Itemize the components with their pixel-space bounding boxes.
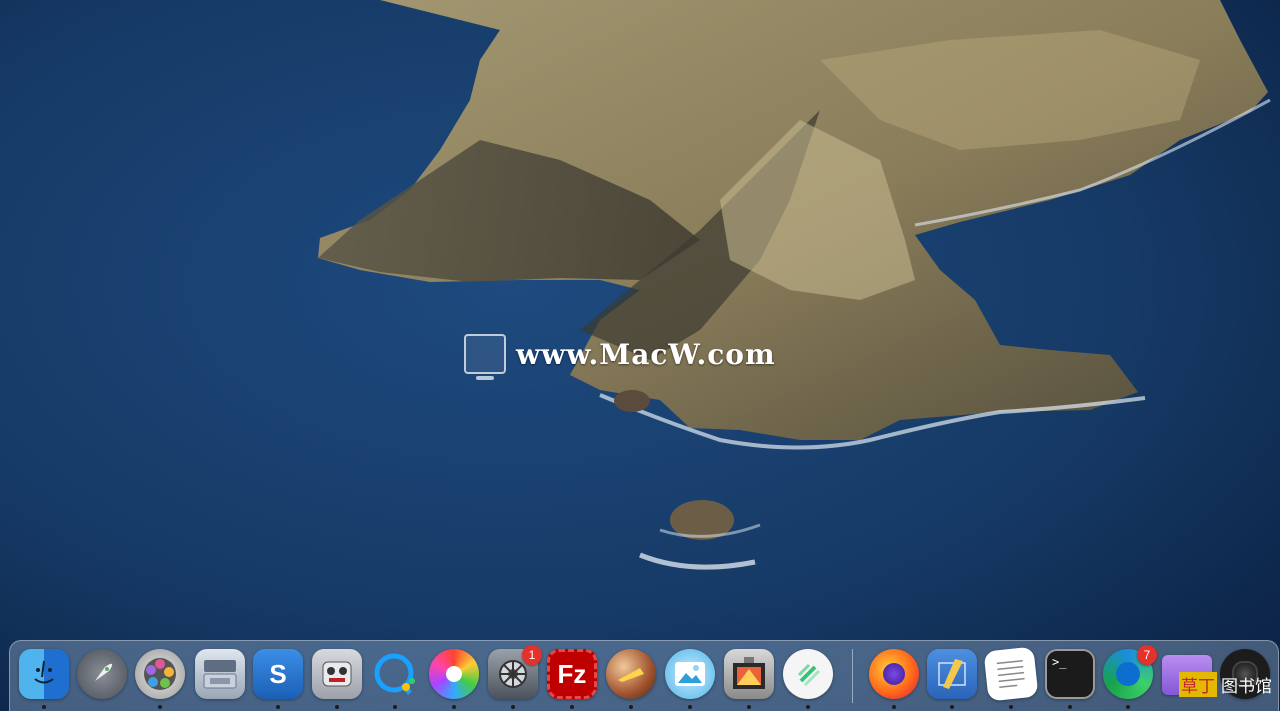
running-indicator — [892, 705, 896, 709]
corner-watermark: 草丁 图书馆 — [1179, 671, 1272, 697]
running-indicator — [452, 705, 456, 709]
image-icon[interactable] — [665, 649, 715, 699]
fireball-icon[interactable] — [606, 649, 656, 699]
s-letter-icon[interactable]: S — [253, 649, 303, 699]
dock: S 1 Fz >_ 7 草丁 图书馆 — [9, 640, 1279, 711]
dock-separator — [852, 649, 853, 703]
watermark-text: www.MacW.com — [516, 337, 776, 371]
document-icon[interactable] — [983, 646, 1039, 702]
running-indicator — [511, 705, 515, 709]
watermark: www.MacW.com — [464, 334, 776, 380]
photo-booth-icon[interactable] — [724, 649, 774, 699]
watermark-logo-icon — [464, 334, 506, 380]
robot-icon[interactable] — [312, 649, 362, 699]
chat-bubble-icon[interactable] — [370, 649, 420, 699]
terminal-icon[interactable]: >_ — [1045, 649, 1095, 699]
filezilla-icon[interactable]: Fz — [547, 649, 597, 699]
color-wheel-icon[interactable] — [429, 649, 479, 699]
running-indicator — [335, 705, 339, 709]
hard-disk-icon[interactable] — [195, 649, 245, 699]
ruler-pencil-icon[interactable] — [927, 649, 977, 699]
running-indicator — [42, 705, 46, 709]
running-indicator — [806, 705, 810, 709]
running-indicator — [747, 705, 751, 709]
running-indicator — [688, 705, 692, 709]
gear-icon[interactable]: 1 — [488, 645, 542, 699]
running-indicator — [1009, 705, 1013, 709]
finder-icon[interactable] — [19, 649, 69, 699]
running-indicator — [1068, 705, 1072, 709]
running-indicator — [393, 705, 397, 709]
notification-badge: 1 — [522, 645, 542, 665]
corner-watermark-highlight: 草丁 — [1179, 671, 1217, 697]
running-indicator — [950, 705, 954, 709]
edge-icon[interactable]: 7 — [1103, 645, 1157, 699]
terminal-prompt-glyph: >_ — [1052, 655, 1067, 669]
running-indicator — [158, 705, 162, 709]
notification-badge: 7 — [1137, 645, 1157, 665]
film-reel-icon[interactable] — [135, 649, 185, 699]
running-indicator — [629, 705, 633, 709]
pen-icon[interactable] — [783, 649, 833, 699]
firefox-icon[interactable] — [869, 649, 919, 699]
running-indicator — [570, 705, 574, 709]
running-indicator — [276, 705, 280, 709]
running-indicator — [1126, 705, 1130, 709]
corner-watermark-text: 图书馆 — [1221, 676, 1272, 696]
rocket-icon[interactable] — [77, 649, 127, 699]
